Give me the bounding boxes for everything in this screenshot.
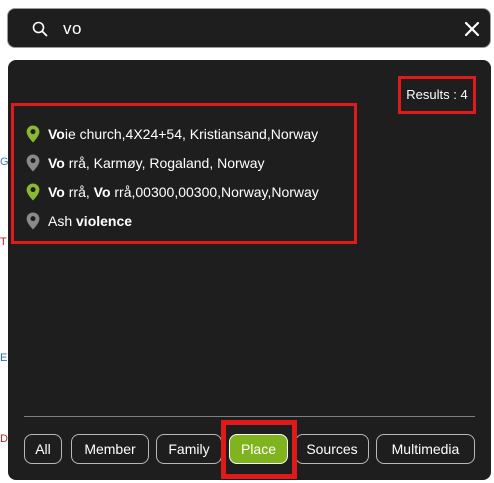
results-count: Results : 4	[398, 76, 476, 114]
filter-member-button[interactable]: Member	[71, 434, 149, 464]
map-pin-icon	[26, 125, 40, 143]
map-pin-icon	[26, 183, 40, 201]
background-fragment: E	[0, 352, 8, 364]
results-list: Voie church,4X24+54, Kristiansand,Norway…	[11, 103, 357, 244]
filter-multimedia-button[interactable]: Multimedia	[376, 434, 475, 464]
search-input[interactable]: vo	[63, 19, 82, 39]
background-fragment: D	[0, 433, 8, 445]
result-text: Ash	[48, 213, 77, 229]
result-match: violence	[76, 213, 133, 229]
result-match: Vo	[48, 126, 65, 142]
map-pin-icon	[26, 154, 40, 172]
result-match: Vo	[48, 155, 65, 171]
place-highlight-outline	[221, 420, 297, 479]
filter-all-button[interactable]: All	[24, 434, 62, 464]
filter-sources-button[interactable]: Sources	[295, 434, 369, 464]
search-icon	[32, 21, 48, 37]
background-fragment: T	[0, 236, 7, 248]
result-match: Vo	[48, 184, 65, 200]
divider	[24, 416, 475, 417]
result-text: rrå, Karmøy, Rogaland, Norway	[64, 155, 265, 171]
result-text: ie church,4X24+54, Kristiansand,Norway	[64, 126, 319, 142]
search-bar[interactable]: vo	[7, 8, 491, 48]
result-text: rrå,	[64, 184, 94, 200]
close-icon[interactable]	[463, 20, 481, 38]
result-text: rrå,00300,00300,Norway,Norway	[110, 184, 319, 200]
map-pin-icon	[26, 212, 40, 230]
filter-family-button[interactable]: Family	[156, 434, 222, 464]
result-match: Vo	[93, 184, 111, 200]
